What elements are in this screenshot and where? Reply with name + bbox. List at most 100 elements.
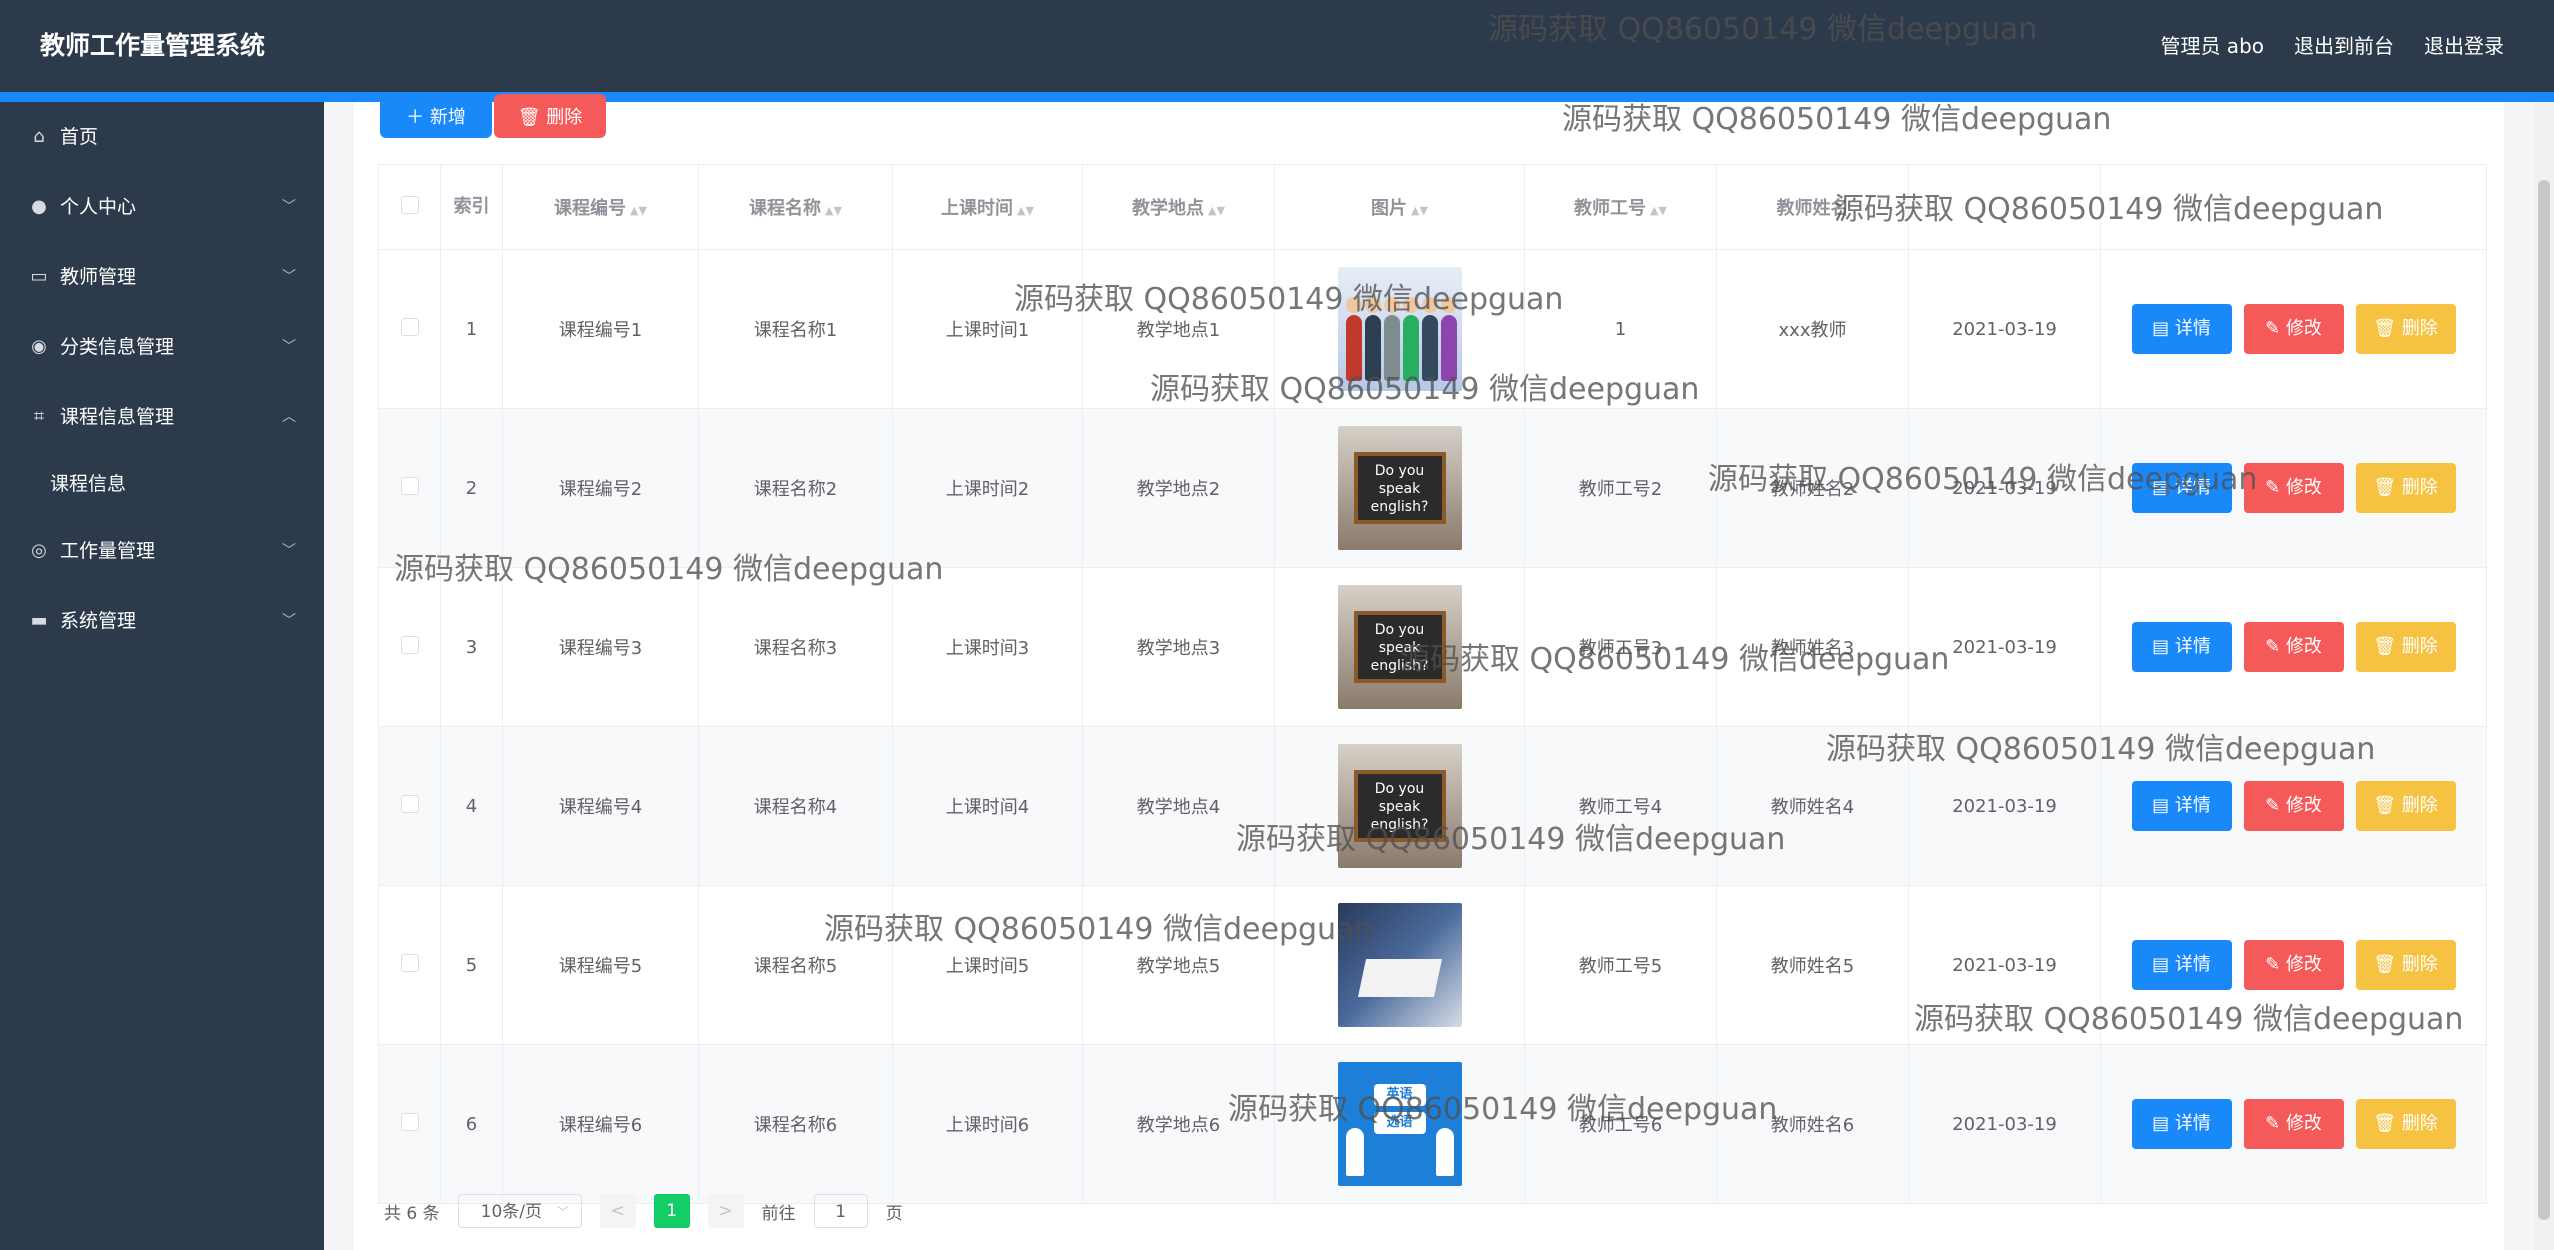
select-all-checkbox[interactable] <box>400 195 419 214</box>
detail-button[interactable]: ▤ 详情 <box>2131 940 2232 990</box>
sort-icon[interactable]: ▲▼ <box>630 204 647 217</box>
header-teacher-no[interactable]: 教师工号 ▲▼ <box>1524 164 1717 250</box>
row-checkbox[interactable] <box>400 635 419 654</box>
row-select-cell[interactable] <box>378 1044 441 1204</box>
row-select-cell[interactable] <box>378 249 441 409</box>
detail-button[interactable]: ▤ 详情 <box>2131 1099 2232 1149</box>
sort-icon[interactable]: ▲▼ <box>1017 204 1034 217</box>
edit-button[interactable]: ✎ 修改 <box>2243 463 2344 513</box>
table-row: 4 课程编号4 课程名称4 上课时间4 教学地点4 Do you speak eng… <box>378 726 2487 886</box>
select-all-cell[interactable] <box>378 164 441 250</box>
row-checkbox[interactable] <box>400 953 419 972</box>
row-checkbox[interactable] <box>400 794 419 813</box>
header-image[interactable]: 图片 ▲▼ <box>1274 164 1525 250</box>
delete-button[interactable]: 🗑 删除 <box>2355 304 2456 354</box>
sidebar-item-home[interactable]: ⌂ 首页 <box>0 102 324 172</box>
sidebar-item-personal-center[interactable]: ● 个人中心 ﹀ <box>0 172 324 242</box>
course-image-book[interactable] <box>1337 903 1462 1027</box>
delete-button[interactable]: 🗑 删除 <box>2355 622 2456 672</box>
row-select-cell[interactable] <box>378 408 441 568</box>
header-class-time[interactable]: 上课时间 ▲▼ <box>892 164 1083 250</box>
detail-button[interactable]: ▤ 详情 <box>2131 463 2232 513</box>
chevron-down-icon: ﹀ <box>282 269 296 285</box>
header-teacher-name[interactable]: 教师姓名 <box>1716 164 1909 250</box>
sort-icon[interactable]: ▲▼ <box>1650 204 1667 217</box>
chevron-down-icon: ﹀ <box>282 543 296 559</box>
detail-button[interactable]: ▤ 详情 <box>2131 622 2232 672</box>
detail-button[interactable]: ▤ 详情 <box>2131 781 2232 831</box>
header-label: 教师姓名 <box>1776 198 1849 219</box>
person-shape <box>1345 315 1362 381</box>
header-course-name[interactable]: 课程名称 ▲▼ <box>698 164 893 250</box>
logout-link[interactable]: 退出登录 <box>2424 30 2504 59</box>
add-button[interactable]: ＋ 新增 <box>380 94 492 138</box>
sort-icon[interactable]: ▲▼ <box>1411 204 1428 217</box>
batch-delete-button[interactable]: 🗑 删除 <box>494 94 606 138</box>
row-checkbox[interactable] <box>400 1112 419 1131</box>
sidebar-item-label: 首页 <box>60 126 99 148</box>
cell-course-name: 课程名称2 <box>698 408 893 568</box>
sidebar-subitem-course-info[interactable]: 课程信息 <box>0 452 324 516</box>
delete-button[interactable]: 🗑 删除 <box>2355 781 2456 831</box>
sidebar-item-category-management[interactable]: ◉ 分类信息管理 ﹀ <box>0 312 324 382</box>
cell-teacher-no: 1 <box>1524 249 1717 409</box>
row-checkbox[interactable] <box>400 476 419 495</box>
sidebar-item-course-management[interactable]: ⌗ 课程信息管理 ︿ <box>0 382 324 452</box>
board-line: english? <box>1370 658 1429 674</box>
course-image-chalkboard[interactable]: Do you speak english? <box>1337 744 1462 868</box>
sort-icon[interactable]: ▲▼ <box>1208 204 1225 217</box>
person-shape <box>1402 315 1419 381</box>
row-select-cell[interactable] <box>378 885 441 1045</box>
course-image-people[interactable] <box>1337 267 1462 391</box>
page-scrollbar[interactable] <box>2534 102 2554 1250</box>
header-location[interactable]: 教学地点 ▲▼ <box>1082 164 1275 250</box>
goto-page-input[interactable]: 1 <box>813 1194 868 1228</box>
cell-index: 1 <box>440 249 503 409</box>
edit-button[interactable]: ✎ 修改 <box>2243 622 2344 672</box>
person-head-shape <box>1383 297 1400 313</box>
prev-page-button[interactable]: < <box>599 1194 636 1228</box>
person-head-shape <box>1402 297 1419 313</box>
cell-location: 教学地点4 <box>1082 726 1275 886</box>
delete-button[interactable]: 🗑 删除 <box>2355 463 2456 513</box>
board-line: speak <box>1378 799 1421 815</box>
row-select-cell[interactable] <box>378 726 441 886</box>
edit-button[interactable]: ✎ 修改 <box>2243 304 2344 354</box>
total-count: 共 6 条 <box>384 1203 440 1224</box>
admin-user[interactable]: 管理员 abo <box>2160 30 2264 59</box>
course-image-english[interactable]: 英语 选语 <box>1337 1062 1462 1186</box>
sort-icon[interactable]: ▲▼ <box>825 204 842 217</box>
cell-location: 教学地点1 <box>1082 249 1275 409</box>
header-course-no[interactable]: 课程编号 ▲▼ <box>502 164 699 250</box>
page-size-select[interactable]: 10条/页 ﹀ <box>457 1194 582 1228</box>
detail-button[interactable]: ▤ 详情 <box>2131 304 2232 354</box>
row-checkbox[interactable] <box>400 317 419 336</box>
edit-button[interactable]: ✎ 修改 <box>2243 781 2344 831</box>
person-shape <box>1345 1128 1364 1176</box>
header-label: 课程名称 <box>749 198 822 219</box>
cell-index: 6 <box>440 1044 503 1204</box>
sidebar-item-teacher-management[interactable]: ▭ 教师管理 ﹀ <box>0 242 324 312</box>
course-image-chalkboard[interactable]: Do you speak english? <box>1337 585 1462 709</box>
course-table: 索引 课程编号 ▲▼ 课程名称 ▲▼ 上课时间 ▲▼ 教学地点 ▲▼ 图片 ▲▼ 教师工号… <box>378 164 2487 1204</box>
course-image-chalkboard[interactable]: Do you speak english? <box>1337 426 1462 550</box>
cell-teacher-no: 教师工号3 <box>1524 567 1717 727</box>
row-select-cell[interactable] <box>378 567 441 727</box>
cell-course-no: 课程编号5 <box>502 885 699 1045</box>
exit-to-front-link[interactable]: 退出到前台 <box>2294 30 2394 59</box>
delete-button[interactable]: 🗑 删除 <box>2355 1099 2456 1149</box>
cell-teacher-no: 教师工号6 <box>1524 1044 1717 1204</box>
edit-button[interactable]: ✎ 修改 <box>2243 1099 2344 1149</box>
cell-teacher-name: 教师姓名3 <box>1716 567 1909 727</box>
cell-teacher-name: 教师姓名6 <box>1716 1044 1909 1204</box>
person-shape <box>1435 1128 1454 1176</box>
cell-teacher-name: 教师姓名2 <box>1716 408 1909 568</box>
page-1-button[interactable]: 1 <box>653 1194 690 1228</box>
sidebar-item-system-management[interactable]: ▬ 系统管理 ﹀ <box>0 586 324 656</box>
next-page-button[interactable]: > <box>707 1194 744 1228</box>
delete-button[interactable]: 🗑 删除 <box>2355 940 2456 990</box>
cell-location: 教学地点3 <box>1082 567 1275 727</box>
sidebar-item-workload-management[interactable]: ◎ 工作量管理 ﹀ <box>0 516 324 586</box>
scrollbar-thumb[interactable] <box>2538 180 2550 1220</box>
edit-button[interactable]: ✎ 修改 <box>2243 940 2344 990</box>
